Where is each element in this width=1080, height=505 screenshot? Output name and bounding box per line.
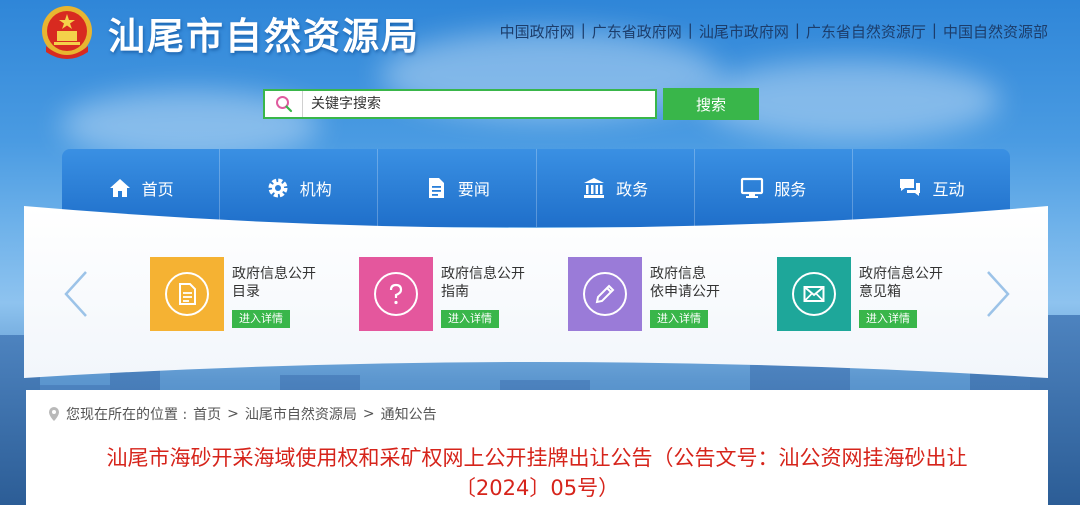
card-detail-button[interactable]: 进入详情 [232, 310, 290, 328]
card-feedback-box[interactable]: 政府信息公开 意见箱 进入详情 [777, 257, 943, 331]
question-icon [389, 283, 403, 305]
breadcrumb: 您现在所在的位置 : 首页 > 汕尾市自然资源局 > 通知公告 [48, 404, 437, 424]
nav-label: 政务 [616, 180, 649, 199]
home-icon [109, 179, 130, 197]
card-title: 政府信息公开 [232, 266, 316, 282]
link-shanwei-gov[interactable]: 汕尾市政府网 [699, 21, 789, 42]
card-title: 政府信息公开 [441, 266, 525, 282]
card-subtitle: 意见箱 [859, 284, 901, 300]
pen-icon [595, 284, 615, 304]
search-button[interactable]: 搜索 [663, 88, 759, 120]
search-icon [265, 91, 303, 117]
nav-label: 互动 [932, 180, 965, 199]
nav-label: 机构 [299, 180, 332, 199]
chat-icon [900, 179, 921, 196]
link-gov-cn[interactable]: 中国政府网 [500, 21, 575, 42]
gear-icon [268, 178, 288, 198]
content-panel: 您现在所在的位置 : 首页 > 汕尾市自然资源局 > 通知公告 汕尾市海砂开采海… [26, 390, 1048, 505]
nav-label: 要闻 [457, 180, 490, 199]
card-info-catalog[interactable]: 政府信息公开 目录 进入详情 [150, 257, 316, 331]
location-pin-icon [49, 407, 59, 421]
link-guangdong-gov[interactable]: 广东省政府网 [592, 21, 682, 42]
breadcrumb-bureau[interactable]: 汕尾市自然资源局 [245, 404, 357, 424]
card-subtitle: 依申请公开 [650, 284, 720, 300]
search-box [263, 89, 657, 119]
card-apply-disclosure[interactable]: 政府信息 依申请公开 进入详情 [568, 257, 720, 331]
link-mnr[interactable]: 中国自然资源部 [943, 21, 1048, 42]
card-info-guide[interactable]: 政府信息公开 指南 进入详情 [359, 257, 525, 331]
document-list-icon [179, 283, 196, 305]
card-title: 政府信息 [650, 266, 706, 282]
search-input[interactable] [303, 92, 643, 116]
breadcrumb-home[interactable]: 首页 [193, 404, 221, 424]
card-icon-box [150, 257, 224, 331]
card-icon-box [359, 257, 433, 331]
card-subtitle: 指南 [441, 284, 469, 300]
breadcrumb-prefix: 您现在所在的位置 : [66, 407, 188, 423]
link-guangdong-natural-resources[interactable]: 广东省自然资源厅 [806, 21, 926, 42]
carousel-prev-arrow-icon[interactable] [62, 270, 92, 318]
nav-label: 服务 [774, 180, 807, 199]
card-subtitle: 目录 [232, 284, 260, 300]
document-icon [428, 178, 444, 198]
card-icon-box [777, 257, 851, 331]
site-title: 汕尾市自然资源局 [108, 14, 420, 58]
card-icon-box [568, 257, 642, 331]
carousel-next-arrow-icon[interactable] [982, 270, 1012, 318]
monitor-icon [741, 177, 764, 198]
article-title: 汕尾市海砂开采海域使用权和采矿权网上公开挂牌出让公告（公告文号：汕公资网挂海砂出… [106, 446, 968, 500]
card-detail-button[interactable]: 进入详情 [441, 310, 499, 328]
card-title: 政府信息公开 [859, 266, 943, 282]
top-links: 中国政府网 | 广东省政府网 | 汕尾市政府网 | 广东省自然资源厅 | 中国自然资源部 [499, 21, 1048, 42]
breadcrumb-notices[interactable]: 通知公告 [381, 404, 437, 424]
card-detail-button[interactable]: 进入详情 [650, 310, 708, 328]
government-building-icon [584, 178, 605, 198]
breadcrumb-separator: > [362, 406, 375, 422]
breadcrumb-separator: > [227, 406, 239, 422]
nav-label: 首页 [141, 180, 174, 199]
envelope-icon [803, 286, 825, 302]
national-emblem-icon [36, 4, 98, 62]
card-detail-button[interactable]: 进入详情 [859, 310, 917, 328]
